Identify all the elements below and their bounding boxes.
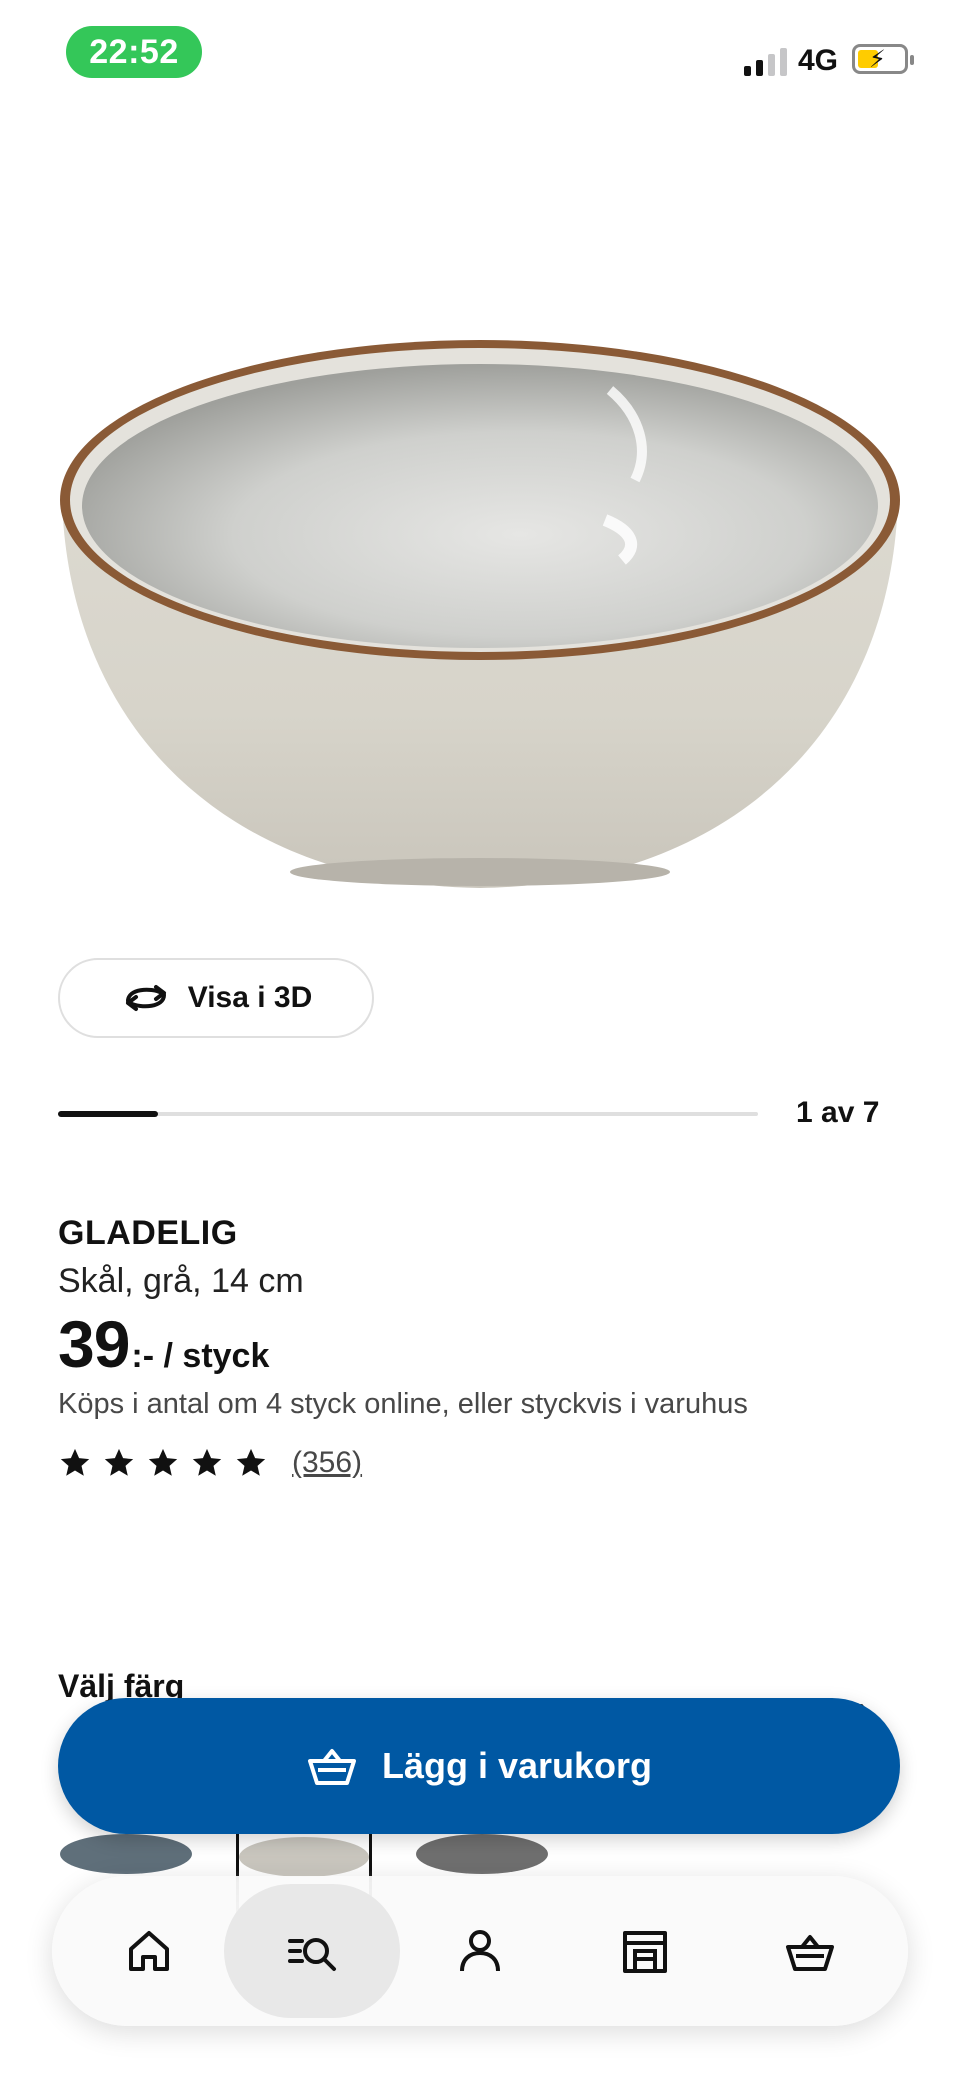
star-icon [104,1448,134,1476]
review-count-link[interactable]: (356) [292,1446,362,1480]
home-icon [129,1931,169,1971]
signal-strength-icon [744,46,787,76]
star-icon [60,1448,90,1476]
image-carousel-progress-fill [58,1111,159,1117]
product-price: 39 :- / styck [58,1306,269,1382]
add-to-cart-button[interactable]: Lägg i varukorg [58,1698,900,1834]
bottom-navigation [52,1876,908,2026]
network-type: 4G [798,44,839,77]
bowl-thumbnail [416,1834,548,1874]
view-in-3d-button[interactable]: Visa i 3D [58,958,374,1038]
image-carousel-progress [58,1111,758,1117]
bowl-thumbnail [60,1834,192,1874]
product-name[interactable]: GLADELIG [58,1214,238,1253]
product-description: Skål, grå, 14 cm [58,1262,304,1300]
battery-charging-icon: ⚡ [852,44,914,74]
nav-cart[interactable] [725,1876,895,2026]
nav-stores[interactable] [560,1876,730,2026]
purchase-note: Köps i antal om 4 styck online, eller st… [58,1388,748,1420]
store-icon [623,1931,667,1973]
product-image[interactable] [50,320,910,900]
status-bar: 22:52 4G ⚡ [0,0,960,100]
star-icon [192,1448,222,1476]
add-to-cart-label: Lägg i varukorg [381,1745,653,1786]
basket-icon [307,1749,356,1785]
price-integer: 39 [58,1307,130,1381]
nav-search[interactable] [224,1876,400,2026]
product-rating[interactable]: (356) [58,1446,362,1480]
price-unit: :- / styck [131,1337,270,1375]
star-icon [236,1448,266,1476]
rotate-3d-icon [125,985,166,1011]
status-time: 22:52 [66,26,202,78]
view-in-3d-label: Visa i 3D [187,981,313,1014]
star-icon [148,1448,178,1476]
image-carousel-counter: 1 av 7 [796,1096,880,1129]
profile-icon [460,1930,500,1972]
basket-icon [786,1935,834,1971]
nav-home[interactable] [64,1876,234,2026]
nav-profile[interactable] [395,1876,565,2026]
search-list-icon [288,1938,336,1971]
